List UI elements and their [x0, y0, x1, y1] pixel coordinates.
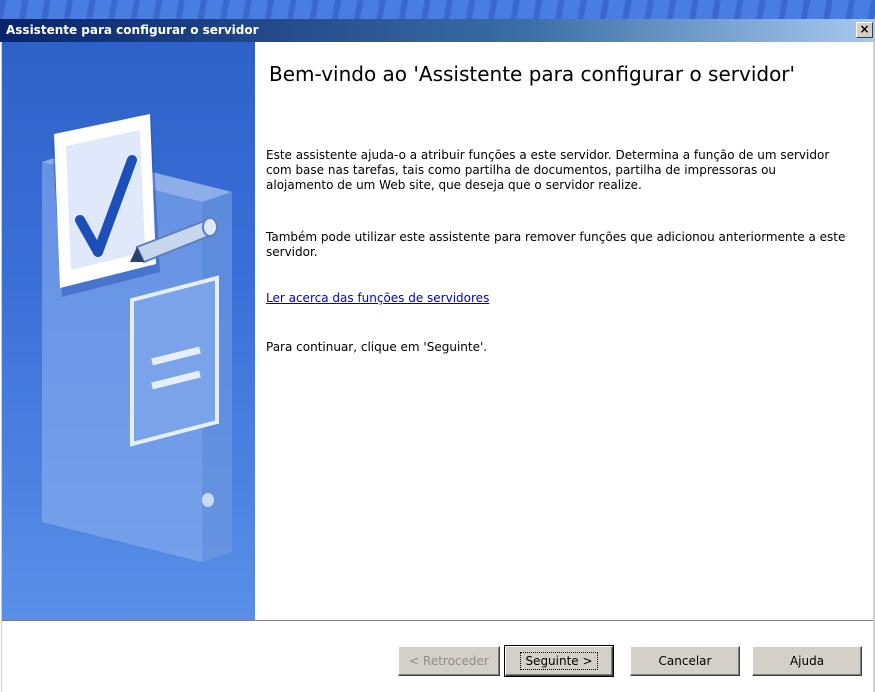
- server-roles-link[interactable]: Ler acerca das funções de servidores: [266, 291, 489, 305]
- cancel-button-label: Cancelar: [658, 654, 712, 668]
- continue-instruction: Para continuar, clique em 'Seguinte'.: [266, 340, 488, 354]
- help-button[interactable]: Ajuda: [752, 646, 862, 676]
- next-button[interactable]: Seguinte >: [504, 645, 614, 677]
- cancel-button[interactable]: Cancelar: [630, 646, 740, 676]
- back-button-label: < Retroceder: [409, 654, 489, 668]
- wizard-content: Bem-vindo ao 'Assistente para configurar…: [255, 42, 873, 620]
- remove-roles-paragraph: Também pode utilizar este assistente par…: [266, 230, 846, 259]
- title-bar[interactable]: Assistente para configurar o servidor ×: [0, 19, 875, 42]
- back-button[interactable]: < Retroceder: [398, 646, 500, 676]
- window-title: Assistente para configurar o servidor: [6, 23, 259, 37]
- wizard-side-panel: [2, 42, 255, 620]
- close-icon: ×: [859, 22, 870, 36]
- help-button-label: Ajuda: [789, 654, 825, 668]
- intro-paragraph: Este assistente ajuda-o a atribuir funçõ…: [266, 148, 830, 192]
- close-button[interactable]: ×: [856, 22, 873, 38]
- server-checklist-icon: [42, 114, 232, 562]
- page-title: Bem-vindo ao 'Assistente para configurar…: [269, 62, 796, 86]
- next-button-label: Seguinte >: [520, 652, 598, 670]
